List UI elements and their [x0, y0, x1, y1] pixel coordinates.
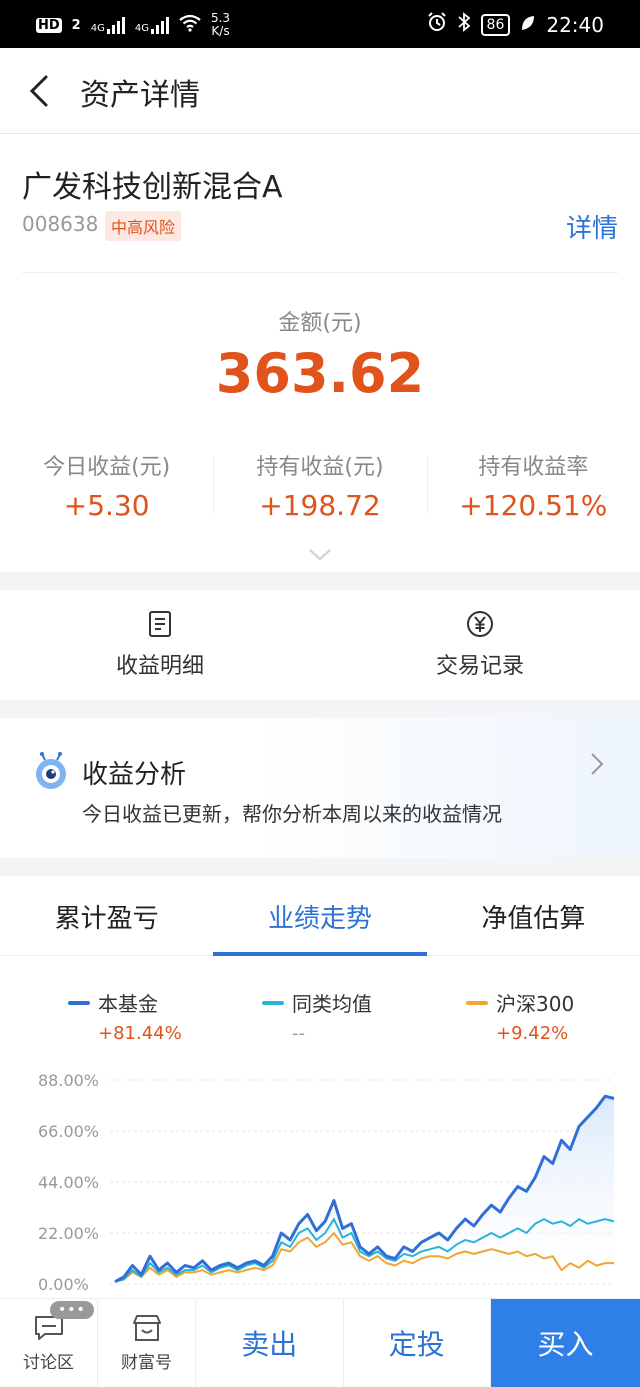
divider — [22, 272, 618, 273]
signal2-label: 4G — [134, 23, 149, 34]
quick-entries: 收益明细 交易记录 — [0, 590, 640, 700]
legend-item-fund: 本基金 +81.44% — [68, 988, 182, 1044]
document-icon — [149, 611, 171, 637]
legend-name: 本基金 — [98, 992, 158, 1016]
stat-value: +5.30 — [63, 489, 150, 522]
sell-button[interactable]: 卖出 — [196, 1299, 344, 1387]
stat-label: 持有收益(元) — [256, 455, 384, 480]
y-tick-label: 88.00% — [38, 1071, 99, 1090]
fund-detail-link[interactable]: 详情 — [566, 208, 618, 245]
legend-item-category-avg: 同类均值 -- — [262, 988, 372, 1044]
net-speed-unit: K/s — [211, 24, 230, 38]
entry-income-detail[interactable]: 收益明细 — [0, 590, 320, 700]
page-title: 资产详情 — [80, 78, 200, 113]
discussion-button[interactable]: ••• 讨论区 — [0, 1299, 98, 1387]
buy-button[interactable]: 买入 — [491, 1299, 640, 1387]
entry-label: 收益明细 — [115, 654, 204, 679]
wifi-icon — [179, 14, 201, 36]
clock-time: 22:40 — [546, 12, 604, 37]
yen-circle-icon — [467, 611, 493, 637]
status-right: 86 22:40 — [427, 12, 604, 37]
legend-name: 沪深300 — [496, 992, 575, 1016]
chart-legend: 本基金 +81.44% 同类均值 -- 沪深300 +9.42% — [0, 988, 640, 1048]
fund-name: 广发科技创新混合A — [22, 170, 283, 205]
amount-value: 363.62 — [215, 342, 425, 405]
performance-chart: 88.00% 66.00% 44.00% 22.00% 0.00% — [38, 1071, 615, 1294]
section-gap — [0, 572, 640, 590]
robot-icon — [36, 752, 66, 789]
signal2-icon: 4G — [135, 16, 169, 34]
signal-icon: 4G — [91, 16, 125, 34]
stat-holding: 持有收益(元) +198.72 — [213, 445, 426, 525]
sim2-label: 2 — [71, 17, 81, 33]
risk-badge: 中高风险 — [105, 211, 182, 241]
regular-invest-button[interactable]: 定投 — [344, 1299, 491, 1387]
status-bar: HD 2 4G 4G 5.3 K/s 86 22:40 — [0, 0, 640, 48]
amount-label: 金额(元) — [278, 311, 362, 336]
fund-code: 008638 — [22, 212, 99, 236]
entry-label: 交易记录 — [435, 654, 524, 679]
discussion-label: 讨论区 — [23, 1352, 74, 1373]
legend-name: 同类均值 — [292, 992, 372, 1016]
chevron-right-icon — [591, 753, 604, 775]
y-tick-label: 0.00% — [38, 1275, 89, 1294]
y-tick-label: 44.00% — [38, 1173, 99, 1192]
nav-header: 资产详情 — [0, 48, 640, 134]
y-tick-label: 22.00% — [38, 1224, 99, 1243]
section-gap — [0, 858, 640, 876]
income-analysis-card[interactable]: 收益分析 今日收益已更新，帮你分析本周以来的收益情况 — [0, 718, 640, 858]
stat-value: +120.51% — [459, 489, 608, 522]
legend-item-csi300: 沪深300 +9.42% — [466, 988, 574, 1044]
tab-nav-estimate[interactable]: 净值估算 — [427, 876, 640, 955]
wealth-label: 财富号 — [121, 1352, 172, 1373]
stat-label: 今日收益(元) — [43, 455, 171, 480]
legend-value: +81.44% — [98, 1023, 182, 1044]
analysis-title: 收益分析 — [82, 760, 187, 790]
leaf-icon — [520, 13, 536, 37]
battery-icon: 86 — [480, 13, 511, 36]
back-icon[interactable] — [26, 74, 56, 108]
chart-tabs: 累计盈亏 业绩走势 净值估算 — [0, 876, 640, 956]
store-icon — [132, 1314, 161, 1341]
stat-today: 今日收益(元) +5.30 — [0, 445, 213, 525]
entry-transaction-record[interactable]: 交易记录 — [320, 590, 640, 700]
tab-cumulative-pnl[interactable]: 累计盈亏 — [0, 876, 213, 955]
y-tick-label: 66.00% — [38, 1122, 99, 1141]
earnings-stats: 今日收益(元) +5.30 持有收益(元) +198.72 持有收益率 +120… — [0, 445, 640, 525]
section-gap — [0, 700, 640, 718]
more-badge: ••• — [50, 1301, 94, 1319]
legend-swatch — [466, 1000, 488, 1005]
signal1-label: 4G — [90, 23, 105, 34]
legend-swatch — [68, 1000, 90, 1005]
wealth-button[interactable]: 财富号 — [98, 1299, 196, 1387]
tab-performance-trend[interactable]: 业绩走势 — [213, 876, 427, 956]
analysis-description: 今日收益已更新，帮你分析本周以来的收益情况 — [82, 802, 502, 826]
stat-value: +198.72 — [259, 489, 381, 522]
alarm-icon — [427, 12, 447, 37]
bluetooth-icon — [457, 12, 471, 37]
hd-label: HD — [36, 17, 62, 33]
chevron-down-icon[interactable] — [308, 548, 332, 562]
status-left: HD 2 4G 4G 5.3 K/s — [36, 12, 230, 38]
legend-value: -- — [292, 1023, 305, 1044]
asset-detail-page: HD 2 4G 4G 5.3 K/s 86 22:40 资产详情 广发科技创新混… — [0, 0, 640, 1387]
stat-label: 持有收益率 — [478, 455, 589, 480]
stat-rate: 持有收益率 +120.51% — [426, 445, 640, 525]
legend-swatch — [262, 1000, 284, 1005]
bottom-action-bar: ••• 讨论区 财富号 卖出 定投 买入 — [0, 1298, 640, 1387]
legend-value: +9.42% — [496, 1023, 569, 1044]
